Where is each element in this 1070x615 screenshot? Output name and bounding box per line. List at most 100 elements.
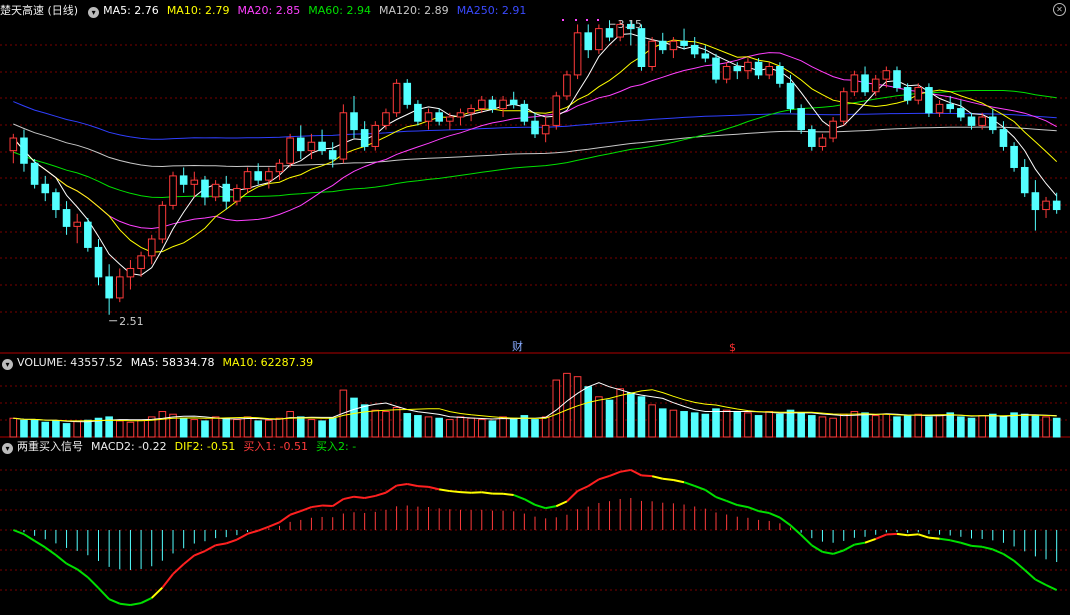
volume-bar — [307, 419, 316, 438]
dif2-segment — [758, 510, 770, 515]
volume-bar — [744, 412, 752, 438]
dif2-segment — [737, 504, 749, 509]
volume-bar — [62, 423, 71, 438]
dif2-segment — [183, 554, 195, 565]
dif2-segment — [108, 598, 121, 605]
volume-bar — [371, 409, 380, 438]
volume-bar — [1010, 412, 1018, 438]
dif2-segment — [513, 494, 525, 501]
candle-body — [967, 116, 976, 126]
dif2-segment — [726, 500, 738, 506]
dif2-segment — [896, 532, 908, 537]
low-price-label: 2.51 — [119, 315, 144, 328]
volume-bar — [669, 409, 678, 438]
dif2-segment — [843, 543, 855, 552]
volume-bar — [605, 399, 614, 438]
candle-body — [179, 175, 188, 185]
candle-body — [328, 150, 337, 160]
candle-body — [488, 99, 497, 110]
candle-body — [126, 267, 135, 278]
candle-body — [105, 276, 113, 299]
dif2-segment — [694, 484, 706, 491]
dif2-segment — [534, 503, 546, 510]
volume-bar — [701, 413, 710, 438]
candle-body — [552, 95, 561, 126]
dif2-segment — [800, 534, 813, 547]
candle-body — [477, 99, 486, 110]
stock-chart[interactable]: 3.15 2.51 财 $ — [0, 0, 1070, 615]
dif2-segment — [12, 529, 25, 536]
candle-body — [307, 141, 316, 152]
volume-bar — [871, 415, 880, 438]
candle-body — [563, 74, 571, 97]
dif2-segment — [119, 602, 131, 606]
candle-body — [722, 65, 731, 80]
dif2-segment — [928, 536, 940, 540]
dif2-segment — [353, 495, 365, 500]
dif2-segment — [396, 483, 408, 487]
volume-bar — [126, 421, 135, 438]
candle-body — [1052, 200, 1061, 211]
dif2-segment — [332, 498, 344, 507]
candle-body — [733, 65, 742, 72]
dif2-segment — [449, 490, 461, 494]
dif2-segment — [747, 506, 759, 513]
volume-bar — [765, 411, 774, 438]
dif2-segment — [864, 538, 877, 544]
volume-bar — [861, 412, 869, 438]
dif2-segment — [140, 597, 153, 604]
volume-bar — [680, 411, 688, 438]
volume-bar — [999, 416, 1008, 438]
dif2-segment — [385, 484, 398, 494]
dif2-segment — [289, 510, 302, 516]
volume-bar — [839, 413, 848, 438]
candle-body — [371, 124, 380, 147]
dif2-segment — [811, 544, 823, 553]
volume-bar — [446, 419, 454, 438]
volume-bar — [20, 419, 28, 438]
candle-body — [158, 204, 167, 240]
dif2-segment — [172, 563, 185, 575]
dif2-segment — [1034, 578, 1047, 586]
volume-bar — [179, 417, 188, 438]
dif2-segment — [460, 491, 472, 494]
signal-dot — [562, 19, 564, 21]
dif2-segment — [23, 533, 36, 542]
volume-bar — [935, 415, 944, 438]
candle-body — [190, 179, 199, 185]
candle-body — [1042, 200, 1050, 211]
dif2-segment — [566, 490, 579, 503]
dif2-segment — [598, 474, 610, 481]
dif2-segment — [417, 485, 429, 488]
volume-bar — [712, 408, 720, 438]
dif2-segment — [193, 550, 206, 557]
candle-body — [637, 28, 646, 67]
volume-bar — [233, 419, 241, 438]
volume-bar — [967, 417, 976, 438]
dividend-event-marker: $ — [729, 341, 736, 354]
volume-bar — [467, 417, 475, 438]
volume-bar — [360, 404, 369, 438]
dif2-segment — [439, 488, 450, 493]
candle-body — [62, 209, 71, 227]
candle-body — [861, 74, 869, 93]
candle-body — [871, 78, 880, 93]
candle-body — [893, 70, 901, 89]
volume-bar — [914, 413, 923, 438]
candle-body — [839, 91, 848, 122]
dif2-segment — [97, 587, 110, 600]
dif2-segment — [949, 539, 962, 544]
candle-body — [669, 40, 678, 51]
dif2-segment — [715, 496, 727, 502]
candle-body — [350, 112, 358, 131]
candle-body — [20, 137, 28, 164]
volume-bar — [41, 421, 50, 438]
volume-bar — [818, 416, 827, 438]
dif2-segment — [523, 498, 536, 506]
dif2-segment — [278, 513, 291, 524]
candle-body — [658, 40, 667, 51]
candle-body — [573, 32, 582, 76]
candle-body — [957, 108, 965, 118]
candle-body — [222, 183, 231, 202]
candle-body — [254, 171, 262, 181]
